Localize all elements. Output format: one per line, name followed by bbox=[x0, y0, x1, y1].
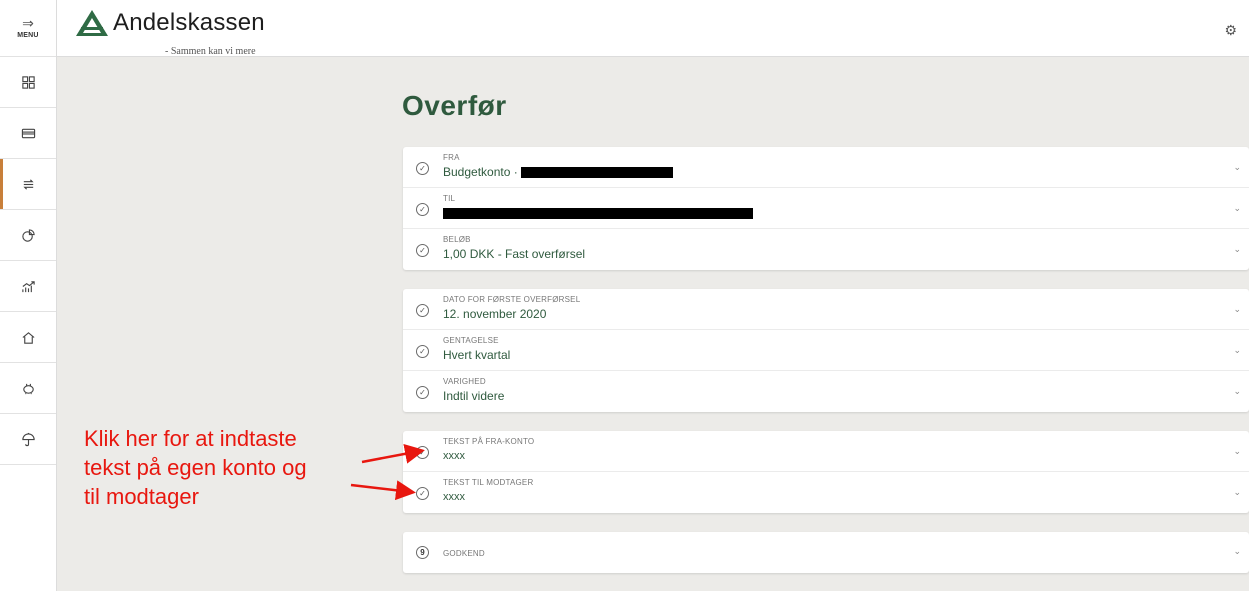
recurrence-row[interactable]: ✓ GENTAGELSE Hvert kvartal ⌄ bbox=[403, 330, 1249, 371]
pie-chart-icon bbox=[21, 228, 35, 242]
sidebar-item-budget[interactable] bbox=[0, 210, 56, 261]
chevron-down-icon: ⌄ bbox=[1233, 446, 1241, 456]
sidebar: ⇒ MENU bbox=[0, 0, 57, 591]
from-label: FRA bbox=[443, 153, 460, 162]
annotation-arrow bbox=[350, 480, 416, 501]
growth-chart-icon bbox=[21, 280, 35, 292]
approve-card: 9 GODKEND ⌄ bbox=[403, 532, 1249, 573]
first-date-row[interactable]: ✓ DATO FOR FØRSTE OVERFØRSEL 12. novembe… bbox=[403, 289, 1249, 330]
duration-label: VARIGHED bbox=[443, 377, 486, 386]
annotation-line: tekst på egen konto og bbox=[84, 455, 307, 480]
sidebar-item-insurance[interactable] bbox=[0, 414, 56, 465]
first-date-value: 12. november 2020 bbox=[443, 307, 547, 321]
text-from-account-row[interactable]: ✓ TEKST PÅ FRA-KONTO xxxx ⌄ bbox=[403, 431, 1249, 472]
sidebar-item-transfer[interactable] bbox=[0, 159, 56, 210]
check-circle-icon: ✓ bbox=[416, 345, 429, 358]
check-circle-icon: ✓ bbox=[416, 446, 429, 459]
header: Andelskassen - Sammen kan vi mere ⚙ bbox=[57, 0, 1249, 57]
logo[interactable]: Andelskassen bbox=[75, 9, 265, 37]
check-circle-icon: ✓ bbox=[416, 487, 429, 500]
gear-icon[interactable]: ⚙ bbox=[1224, 22, 1237, 39]
chevron-down-icon: ⌄ bbox=[1233, 304, 1241, 314]
text-recipient-label: TEKST TIL MODTAGER bbox=[443, 478, 534, 487]
brand-tagline: - Sammen kan vi mere bbox=[165, 46, 256, 57]
check-circle-icon: ✓ bbox=[416, 203, 429, 216]
redacted-block bbox=[521, 167, 674, 179]
check-circle-icon: ✓ bbox=[416, 304, 429, 317]
account-card: ✓ FRA Budgetkonto · ⌄ ✓ TIL ⌄ ✓ BELØB 1,… bbox=[403, 147, 1249, 270]
sidebar-item-savings[interactable] bbox=[0, 363, 56, 414]
menu-button[interactable]: ⇒ MENU bbox=[0, 0, 56, 57]
chevron-down-icon: ⌄ bbox=[1233, 244, 1241, 254]
menu-label: MENU bbox=[17, 32, 39, 39]
umbrella-icon bbox=[21, 432, 35, 446]
chevron-down-icon: ⌄ bbox=[1233, 546, 1241, 556]
approve-row[interactable]: 9 GODKEND ⌄ bbox=[403, 532, 1249, 573]
annotation-line: til modtager bbox=[84, 484, 199, 509]
step-number-badge: 9 bbox=[416, 546, 429, 559]
duration-value: Indtil videre bbox=[443, 389, 505, 403]
schedule-card: ✓ DATO FOR FØRSTE OVERFØRSEL 12. novembe… bbox=[403, 289, 1249, 412]
chevron-down-icon: ⌄ bbox=[1233, 386, 1241, 396]
card-icon bbox=[21, 128, 35, 138]
to-label: TIL bbox=[443, 194, 456, 203]
page-title: Overfør bbox=[402, 90, 507, 121]
first-date-label: DATO FOR FØRSTE OVERFØRSEL bbox=[443, 295, 581, 304]
sidebar-item-home[interactable] bbox=[0, 312, 56, 363]
check-circle-icon: ✓ bbox=[416, 386, 429, 399]
sidebar-item-dashboard[interactable] bbox=[0, 57, 56, 108]
piggy-bank-icon bbox=[22, 383, 34, 394]
chevron-down-icon: ⌄ bbox=[1233, 203, 1241, 213]
redacted-block bbox=[443, 208, 753, 220]
sidebar-item-cards[interactable] bbox=[0, 108, 56, 159]
duration-row[interactable]: ✓ VARIGHED Indtil videre ⌄ bbox=[403, 371, 1249, 412]
check-circle-icon: ✓ bbox=[416, 162, 429, 175]
brand-name: Andelskassen bbox=[113, 9, 265, 36]
andelskassen-logo-icon bbox=[76, 10, 108, 36]
menu-arrow-icon: ⇒ bbox=[22, 15, 34, 31]
sidebar-item-investments[interactable] bbox=[0, 261, 56, 312]
approve-label: GODKEND bbox=[443, 549, 485, 558]
dashboard-icon bbox=[21, 75, 35, 89]
transfer-icon bbox=[22, 178, 34, 190]
amount-value: 1,00 DKK - Fast overførsel bbox=[443, 247, 586, 261]
recurrence-label: GENTAGELSE bbox=[443, 336, 499, 345]
home-icon bbox=[22, 331, 34, 344]
recurrence-value: Hvert kvartal bbox=[443, 348, 511, 362]
from-account-row[interactable]: ✓ FRA Budgetkonto · ⌄ bbox=[403, 147, 1249, 188]
text-card: ✓ TEKST PÅ FRA-KONTO xxxx ⌄ ✓ TEKST TIL … bbox=[403, 431, 1249, 513]
check-circle-icon: ✓ bbox=[416, 244, 429, 257]
text-from-account-label: TEKST PÅ FRA-KONTO bbox=[443, 437, 535, 446]
text-recipient-value: xxxx bbox=[443, 491, 465, 503]
chevron-down-icon: ⌄ bbox=[1233, 487, 1241, 497]
from-value: Budgetkonto · bbox=[443, 165, 674, 179]
amount-row[interactable]: ✓ BELØB 1,00 DKK - Fast overførsel ⌄ bbox=[403, 229, 1249, 270]
chevron-down-icon: ⌄ bbox=[1233, 162, 1241, 172]
annotation-text: Klik her for at indtaste tekst på egen k… bbox=[84, 424, 307, 511]
chevron-down-icon: ⌄ bbox=[1233, 345, 1241, 355]
text-recipient-row[interactable]: ✓ TEKST TIL MODTAGER xxxx ⌄ bbox=[403, 472, 1249, 513]
amount-label: BELØB bbox=[443, 235, 471, 244]
text-from-account-value: xxxx bbox=[443, 450, 465, 462]
to-account-row[interactable]: ✓ TIL ⌄ bbox=[403, 188, 1249, 229]
annotation-line: Klik her for at indtaste bbox=[84, 426, 297, 451]
to-value bbox=[443, 206, 753, 220]
